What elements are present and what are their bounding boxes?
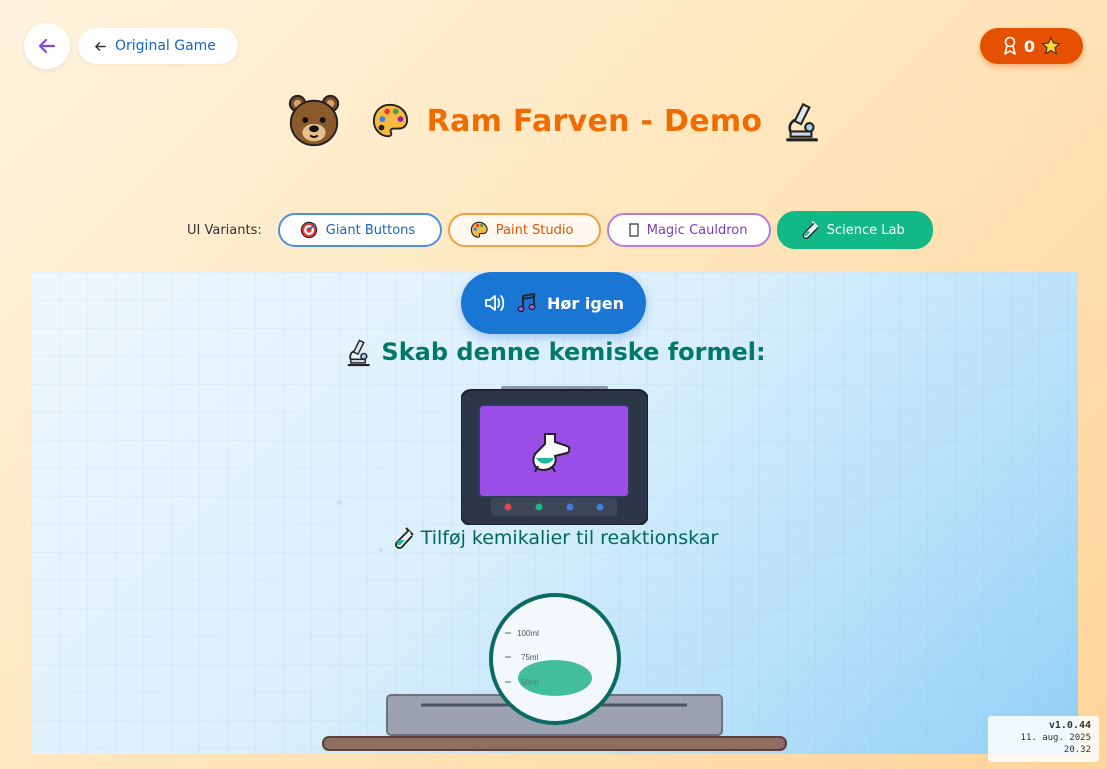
ui-variants-bar: UI Variants: Giant Buttons Paint Studio … <box>187 211 933 249</box>
variant-magic-cauldron[interactable]: Magic Cauldron <box>606 213 771 247</box>
replay-label: Hør igen <box>546 293 625 313</box>
ui-variants-label: UI Variants: <box>187 222 262 238</box>
variant-label: Paint Studio <box>495 222 574 238</box>
variant-science-lab[interactable]: Science Lab <box>776 211 933 249</box>
version-number: v1.0.44 <box>1048 720 1091 731</box>
status-dot-blue <box>566 503 574 511</box>
target-icon <box>300 221 317 239</box>
variant-giant-buttons[interactable]: Giant Buttons <box>277 213 442 247</box>
arrow-left-icon <box>38 38 56 54</box>
bear-icon <box>288 94 339 147</box>
cauldron-icon <box>629 223 639 237</box>
test-tube-icon <box>394 527 414 549</box>
formula-monitor <box>461 386 648 525</box>
original-game-button[interactable]: Original Game <box>78 28 238 64</box>
version-time: 20.32 <box>1063 745 1091 755</box>
version-info: v1.0.44 11. aug. 2025 20.32 <box>988 716 1099 762</box>
medal-icon <box>1004 36 1016 55</box>
beaker-mark-50: 50ml <box>521 678 539 687</box>
status-dot-blue <box>596 503 604 511</box>
music-notes-icon <box>517 292 536 313</box>
prompt-text: Skab denne kemiske formel: <box>381 338 766 366</box>
add-chemicals-label: Tilføj kemikalier til reaktionskar <box>420 527 719 549</box>
variant-label: Giant Buttons <box>325 222 416 238</box>
status-dot-green <box>535 503 543 511</box>
microscope-icon <box>348 339 371 367</box>
score-badge: 0 <box>980 28 1083 64</box>
beaker-mark-100: 100ml <box>517 629 539 638</box>
formula-prompt: Skab denne kemiske formel: <box>31 336 1078 368</box>
version-date: 11. aug. 2025 <box>1020 733 1091 743</box>
status-dot-red <box>504 503 512 511</box>
variant-label: Magic Cauldron <box>646 222 748 238</box>
science-lab-panel: Hør igen Skab denne kemiske formel: Tilf… <box>31 272 1078 754</box>
variant-label: Science Lab <box>826 222 905 238</box>
arrow-left-icon <box>94 41 106 51</box>
original-game-label: Original Game <box>115 38 216 54</box>
speaker-icon <box>485 295 505 311</box>
variant-paint-studio[interactable]: Paint Studio <box>447 213 601 247</box>
replay-sound-button[interactable]: Hør igen <box>461 272 646 334</box>
palette-icon <box>470 221 488 238</box>
microscope-icon <box>786 102 819 142</box>
reaction-vessel[interactable]: 100ml 75ml 50ml <box>321 590 791 754</box>
score-value: 0 <box>1023 36 1036 56</box>
add-chemicals-text: Tilføj kemikalier til reaktionskar <box>31 526 1078 550</box>
beaker-mark-75: 75ml <box>521 653 539 662</box>
test-tube-icon <box>802 221 819 240</box>
back-button[interactable] <box>24 23 70 69</box>
star-icon <box>1041 36 1061 55</box>
title-row: Ram Farven - Demo <box>0 92 1107 150</box>
bubble-decoration <box>337 500 342 505</box>
palette-icon <box>372 103 408 138</box>
page-title: Ram Farven - Demo <box>426 103 763 139</box>
